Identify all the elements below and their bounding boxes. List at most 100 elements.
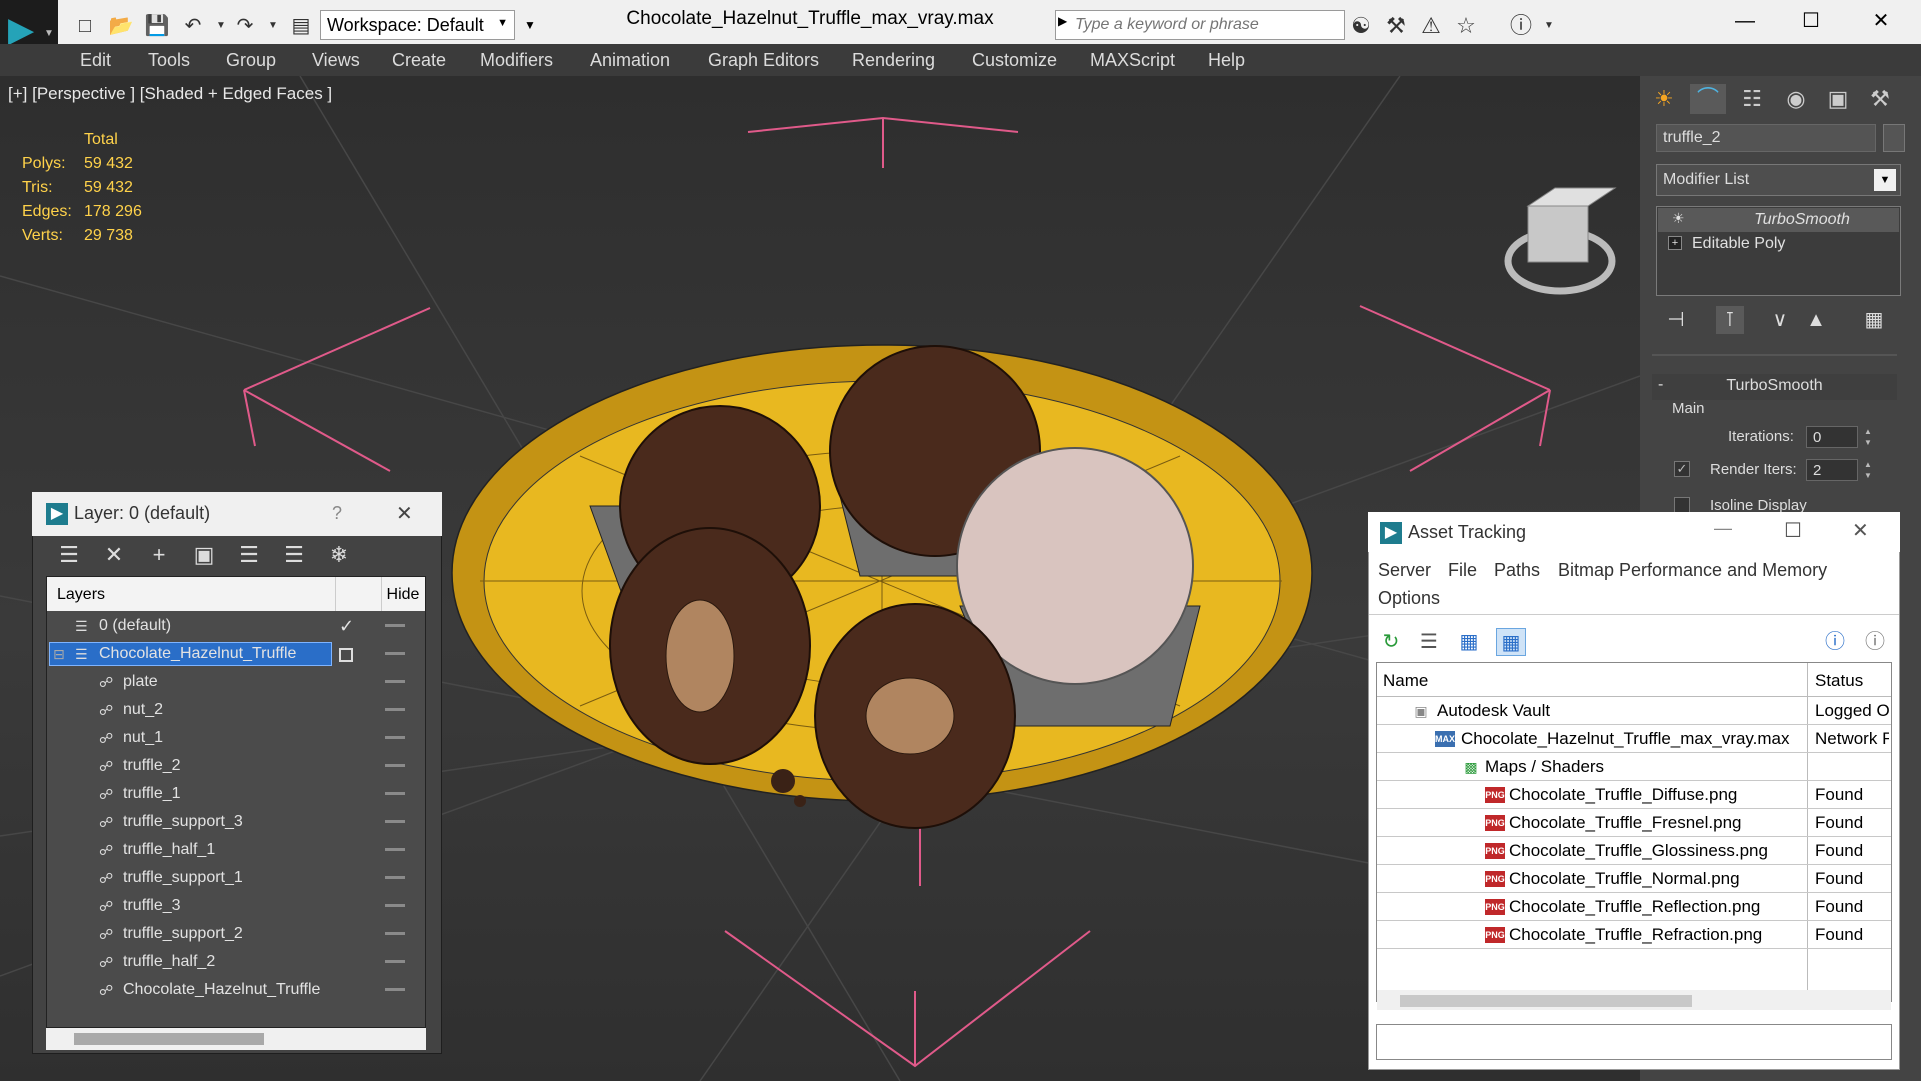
object-row[interactable]: ☍ truffle_half_1 [47,836,425,864]
binoculars-icon[interactable]: ☯ [1346,12,1376,40]
redo-dropdown-icon[interactable]: ▼ [260,14,286,38]
object-row[interactable]: ☍ nut_2 [47,696,425,724]
menu-edit[interactable]: Edit [80,50,111,71]
object-row[interactable]: ☍ truffle_support_2 [47,920,425,948]
asset-row[interactable]: PNG Chocolate_Truffle_Diffuse.png Found [1377,781,1891,809]
object-row[interactable]: ☍ truffle_support_3 [47,808,425,836]
viewport-label[interactable]: [+] [Perspective ] [Shaded + Edged Faces… [8,84,332,104]
menu-group[interactable]: Group [226,50,276,71]
make-unique-icon[interactable]: ∨ [1766,306,1794,334]
object-row[interactable]: ☍ plate [47,668,425,696]
expand-plus-icon[interactable]: + [1668,236,1682,250]
asset-row[interactable]: PNG Chocolate_Truffle_Normal.png Found [1377,865,1891,893]
hierarchy-tab-icon[interactable]: ☷ [1734,84,1770,114]
motion-tab-icon[interactable]: ◉ [1778,84,1814,114]
object-row[interactable]: ☍ nut_1 [47,724,425,752]
project-folder-icon[interactable]: ▤ [288,14,314,38]
context-help-icon[interactable]: ⓘ [1860,628,1890,656]
menu-help[interactable]: Help [1208,50,1245,71]
render-iters-spinner[interactable]: 2 [1806,459,1858,481]
hide-toggle[interactable] [385,652,405,655]
maximize-button[interactable]: ☐ [1784,518,1802,543]
hide-toggle[interactable] [385,988,405,991]
scrollbar-thumb[interactable] [74,1033,264,1045]
undo-icon[interactable]: ↶ [180,14,206,38]
menu-rendering[interactable]: Rendering [852,50,935,71]
asset-row[interactable]: PNG Chocolate_Truffle_Reflection.png Fou… [1377,893,1891,921]
configure-modifier-sets-icon[interactable]: ▦ [1860,306,1888,334]
create-tab-icon[interactable]: ☀ [1646,84,1682,114]
minimize-button[interactable]: — [1716,6,1774,36]
select-objects-icon[interactable]: ▣ [189,540,219,570]
asset-row[interactable]: PNG Chocolate_Truffle_Refraction.png Fou… [1377,921,1891,949]
object-row[interactable]: ☍ truffle_1 [47,780,425,808]
new-layer-icon[interactable]: ☰ [54,540,84,570]
column-hide[interactable]: Hide [383,586,423,604]
asset-row[interactable]: ▣ Autodesk Vault Logged O [1377,697,1891,725]
hide-toggle[interactable] [385,624,405,627]
object-row[interactable]: ☍ truffle_2 [47,752,425,780]
menu-views[interactable]: Views [312,50,360,71]
delete-layer-icon[interactable]: ✕ [99,540,129,570]
remove-modifier-icon[interactable]: ▲ [1802,306,1830,334]
list-view-icon[interactable]: ☰ [1414,628,1444,656]
object-color-swatch[interactable] [1883,124,1905,152]
show-end-result-icon[interactable]: ⊺ [1716,306,1744,334]
hide-toggle[interactable] [385,764,405,767]
menu-create[interactable]: Create [392,50,446,71]
help-button[interactable]: ? [332,503,342,524]
utilities-tab-icon[interactable]: ⚒ [1862,84,1898,114]
menu-maxscript[interactable]: MAXScript [1090,50,1175,71]
menu-paths[interactable]: Paths [1494,560,1540,581]
column-name[interactable]: Name [1383,671,1428,691]
menu-server[interactable]: Server [1378,560,1431,581]
close-button[interactable]: ✕ [1852,518,1869,543]
workspace-dropdown[interactable]: Workspace: Default ▼ [320,10,515,40]
menu-animation[interactable]: Animation [590,50,670,71]
close-button[interactable]: ✕ [1852,6,1910,36]
search-input[interactable] [1075,12,1340,38]
asset-row[interactable]: MAX Chocolate_Hazelnut_Truffle_max_vray.… [1377,725,1891,753]
asset-row[interactable]: ▩ Maps / Shaders [1377,753,1891,781]
bulb-icon[interactable]: ☀ [1672,210,1685,227]
isoline-display-checkbox[interactable] [1674,497,1690,513]
search-expand-icon[interactable]: ▶ [1058,14,1067,28]
modify-tab-icon[interactable]: ⌒ [1690,84,1726,114]
add-to-layer-icon[interactable]: + [144,540,174,570]
hide-toggle[interactable] [385,932,405,935]
redo-icon[interactable]: ↷ [232,14,258,38]
hide-toggle[interactable] [385,848,405,851]
turbosmooth-rollout-header[interactable]: - TurboSmooth [1652,374,1897,400]
stack-item-editable-poly[interactable]: + Editable Poly [1658,232,1899,256]
spinner-arrows-icon[interactable]: ▲ ▼ [1862,459,1874,481]
hide-toggle[interactable] [385,680,405,683]
object-name-field[interactable]: truffle_2 [1656,124,1876,152]
refresh-icon[interactable]: ↻ [1376,628,1406,656]
column-layers[interactable]: Layers [57,586,105,604]
column-status[interactable]: Status [1815,671,1863,691]
tools-icon[interactable]: ⚒ [1381,12,1411,40]
menu-tools[interactable]: Tools [148,50,190,71]
asset-row[interactable]: PNG Chocolate_Truffle_Fresnel.png Found [1377,809,1891,837]
hide-toggle[interactable] [385,708,405,711]
open-file-icon[interactable]: 📂 [108,14,134,38]
menu-graph-editors[interactable]: Graph Editors [708,50,819,71]
help-icon[interactable]: ⓘ [1820,628,1850,656]
thumbnail-view-icon[interactable]: ▦ [1454,628,1484,656]
menu-modifiers[interactable]: Modifiers [480,50,553,71]
hide-toggle[interactable] [385,904,405,907]
help-dropdown-icon[interactable]: ▼ [1534,12,1564,40]
object-row[interactable]: ☍ Chocolate_Hazelnut_Truffle [47,976,425,1004]
layer-row-chocolate-hazelnut-truffle[interactable]: ⊟ ☰ Chocolate_Hazelnut_Truffle [47,640,425,668]
object-row[interactable]: ☍ truffle_3 [47,892,425,920]
close-button[interactable]: ✕ [396,501,413,526]
hide-all-icon[interactable]: ☰ [279,540,309,570]
asset-row[interactable]: PNG Chocolate_Truffle_Glossiness.png Fou… [1377,837,1891,865]
current-layer-check-icon[interactable]: ✓ [339,616,354,637]
table-view-icon[interactable]: ▦ [1496,628,1526,656]
render-iters-checkbox[interactable]: ✓ [1674,461,1690,477]
hide-toggle[interactable] [385,792,405,795]
menu-file[interactable]: File [1448,560,1477,581]
maximize-button[interactable]: ☐ [1782,6,1840,36]
workspace-menu-icon[interactable]: ▼ [520,10,540,40]
